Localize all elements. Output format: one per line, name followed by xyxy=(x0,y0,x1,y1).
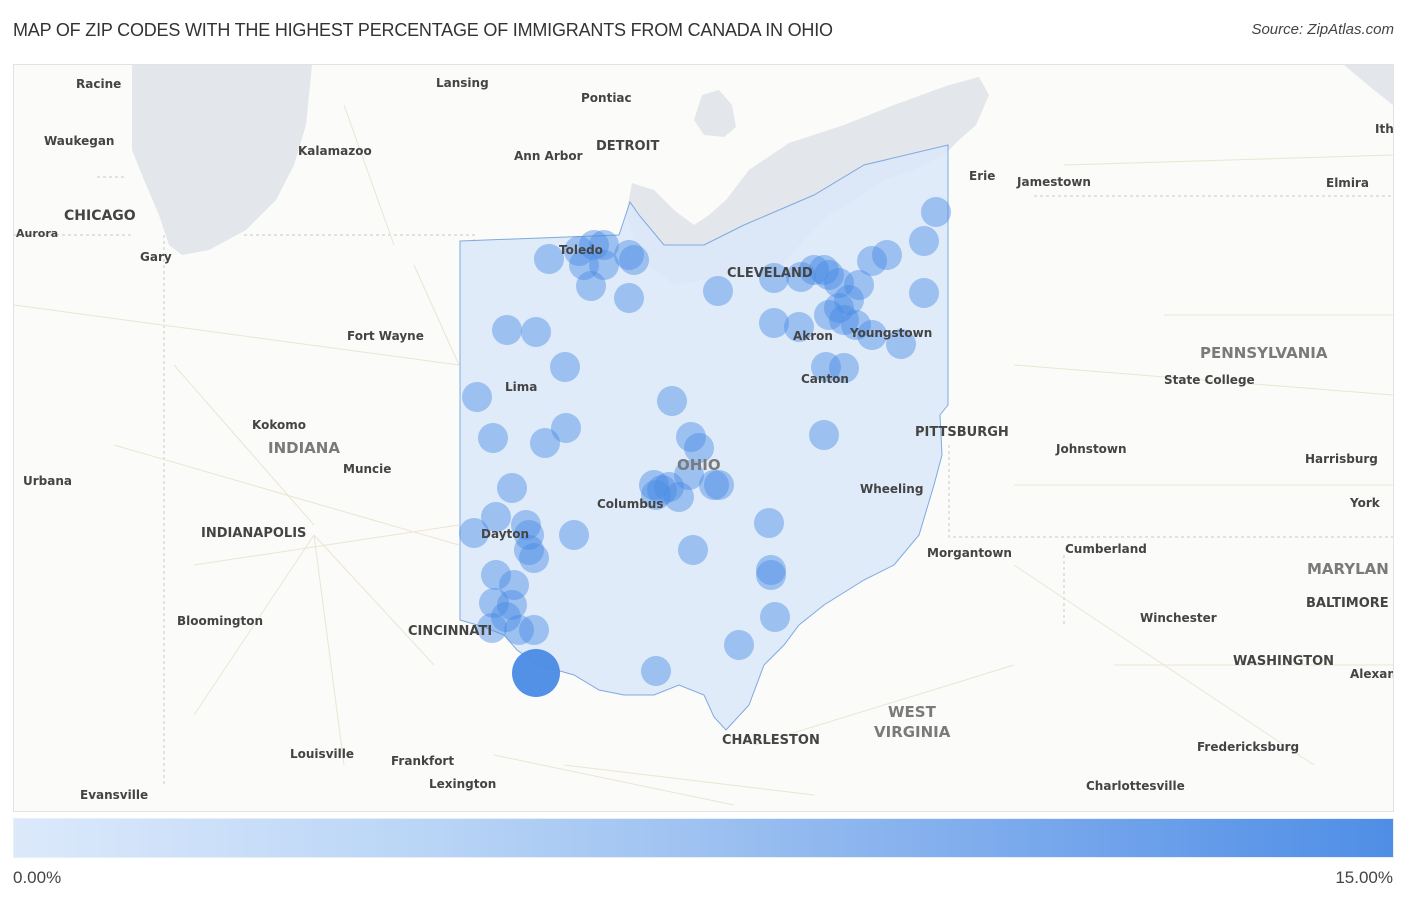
zip-bubble[interactable] xyxy=(678,535,708,565)
city-label: Bloomington xyxy=(177,614,263,628)
city-label: Fort Wayne xyxy=(347,329,424,343)
city-label: Elmira xyxy=(1326,176,1369,190)
city-label: Toledo xyxy=(559,243,603,257)
zip-bubble[interactable] xyxy=(512,649,560,697)
zip-bubble[interactable] xyxy=(724,630,754,660)
city-label: Lansing xyxy=(436,76,489,90)
city-label: DETROIT xyxy=(596,139,659,154)
state-label: PENNSYLVANIA xyxy=(1200,344,1328,362)
lake-michigan xyxy=(132,65,312,255)
city-label: Waukegan xyxy=(44,134,114,148)
city-label: Erie xyxy=(969,169,995,183)
zip-bubble[interactable] xyxy=(909,278,939,308)
city-label: Harrisburg xyxy=(1305,452,1378,466)
zip-bubble[interactable] xyxy=(657,386,687,416)
zip-bubble[interactable] xyxy=(576,271,606,301)
legend-min-label: 0.00% xyxy=(13,868,62,887)
zip-bubble[interactable] xyxy=(760,602,790,632)
legend-max-label: 15.00% xyxy=(1335,868,1393,887)
city-label: Ithac xyxy=(1375,122,1393,136)
zip-bubble[interactable] xyxy=(559,520,589,550)
lake-st-clair xyxy=(694,90,736,137)
zip-bubble[interactable] xyxy=(809,420,839,450)
city-label: BALTIMORE xyxy=(1306,596,1389,611)
city-label: INDIANAPOLIS xyxy=(201,526,306,541)
city-label: Canton xyxy=(801,372,849,386)
source-credit: Source: ZipAtlas.com xyxy=(1251,21,1394,38)
zip-bubble[interactable] xyxy=(754,508,784,538)
map-view[interactable]: Racine Lansing Pontiac Waukegan Kalamazo… xyxy=(13,64,1394,812)
city-label: Urbana xyxy=(23,474,72,488)
city-label: Dayton xyxy=(481,527,529,541)
city-label: Lexington xyxy=(429,777,496,791)
zip-bubble[interactable] xyxy=(704,470,734,500)
zip-bubble[interactable] xyxy=(872,240,902,270)
city-label: CHARLESTON xyxy=(722,733,820,748)
city-label: Charlottesville xyxy=(1086,779,1185,793)
city-label: State College xyxy=(1164,373,1255,387)
zip-bubble[interactable] xyxy=(909,226,939,256)
color-scale-bar xyxy=(13,818,1394,858)
zip-bubble[interactable] xyxy=(921,197,951,227)
city-label: PITTSBURGH xyxy=(915,425,1009,440)
city-label: Gary xyxy=(140,250,172,264)
city-label: WASHINGTON xyxy=(1233,654,1334,669)
city-label: Fredericksburg xyxy=(1197,740,1299,754)
city-label: Aurora xyxy=(16,227,58,240)
zip-bubble[interactable] xyxy=(462,382,492,412)
city-label: Ann Arbor xyxy=(514,149,583,163)
city-label: Akron xyxy=(793,329,833,343)
city-label: Morgantown xyxy=(927,546,1012,560)
zip-bubble[interactable] xyxy=(641,656,671,686)
city-label: Johnstown xyxy=(1055,442,1127,456)
state-label: VIRGINIA xyxy=(874,723,951,741)
city-label: Muncie xyxy=(343,462,391,476)
city-label: Lima xyxy=(505,380,537,394)
zip-bubble[interactable] xyxy=(551,413,581,443)
city-label: Jamestown xyxy=(1016,175,1091,189)
city-label: Alexan xyxy=(1350,667,1393,681)
zip-bubble[interactable] xyxy=(756,560,786,590)
map-canvas: Racine Lansing Pontiac Waukegan Kalamazo… xyxy=(14,65,1393,806)
lake-ontario xyxy=(1344,65,1393,105)
zip-bubble[interactable] xyxy=(664,482,694,512)
city-label: Wheeling xyxy=(860,482,923,496)
zip-bubble[interactable] xyxy=(614,283,644,313)
city-label: Evansville xyxy=(80,788,148,802)
zip-bubble[interactable] xyxy=(521,317,551,347)
state-label: OHIO xyxy=(677,456,721,474)
city-label: Racine xyxy=(76,77,121,91)
city-label: CLEVELAND xyxy=(727,266,813,281)
city-label: CHICAGO xyxy=(64,208,136,224)
city-label: York xyxy=(1349,496,1381,510)
map-title: MAP OF ZIP CODES WITH THE HIGHEST PERCEN… xyxy=(13,20,833,40)
state-label: WEST xyxy=(888,703,937,721)
zip-bubble[interactable] xyxy=(619,245,649,275)
city-label: Youngstown xyxy=(849,326,932,340)
zip-bubble[interactable] xyxy=(759,308,789,338)
city-label: Kokomo xyxy=(252,418,306,432)
state-label: MARYLAN xyxy=(1307,560,1389,578)
city-label: Columbus xyxy=(597,497,664,511)
city-label: Pontiac xyxy=(581,91,632,105)
zip-bubble[interactable] xyxy=(492,315,522,345)
city-label: CINCINNATI xyxy=(408,624,492,639)
zip-bubble[interactable] xyxy=(519,615,549,645)
city-label: Cumberland xyxy=(1065,542,1147,556)
zip-bubble[interactable] xyxy=(519,543,549,573)
state-label: INDIANA xyxy=(268,439,340,457)
zip-bubble[interactable] xyxy=(497,473,527,503)
zip-bubble[interactable] xyxy=(478,423,508,453)
city-label: Louisville xyxy=(290,747,354,761)
zip-bubble[interactable] xyxy=(550,352,580,382)
city-label: Frankfort xyxy=(391,754,454,768)
city-label: Kalamazoo xyxy=(298,144,372,158)
city-label: Winchester xyxy=(1140,611,1217,625)
